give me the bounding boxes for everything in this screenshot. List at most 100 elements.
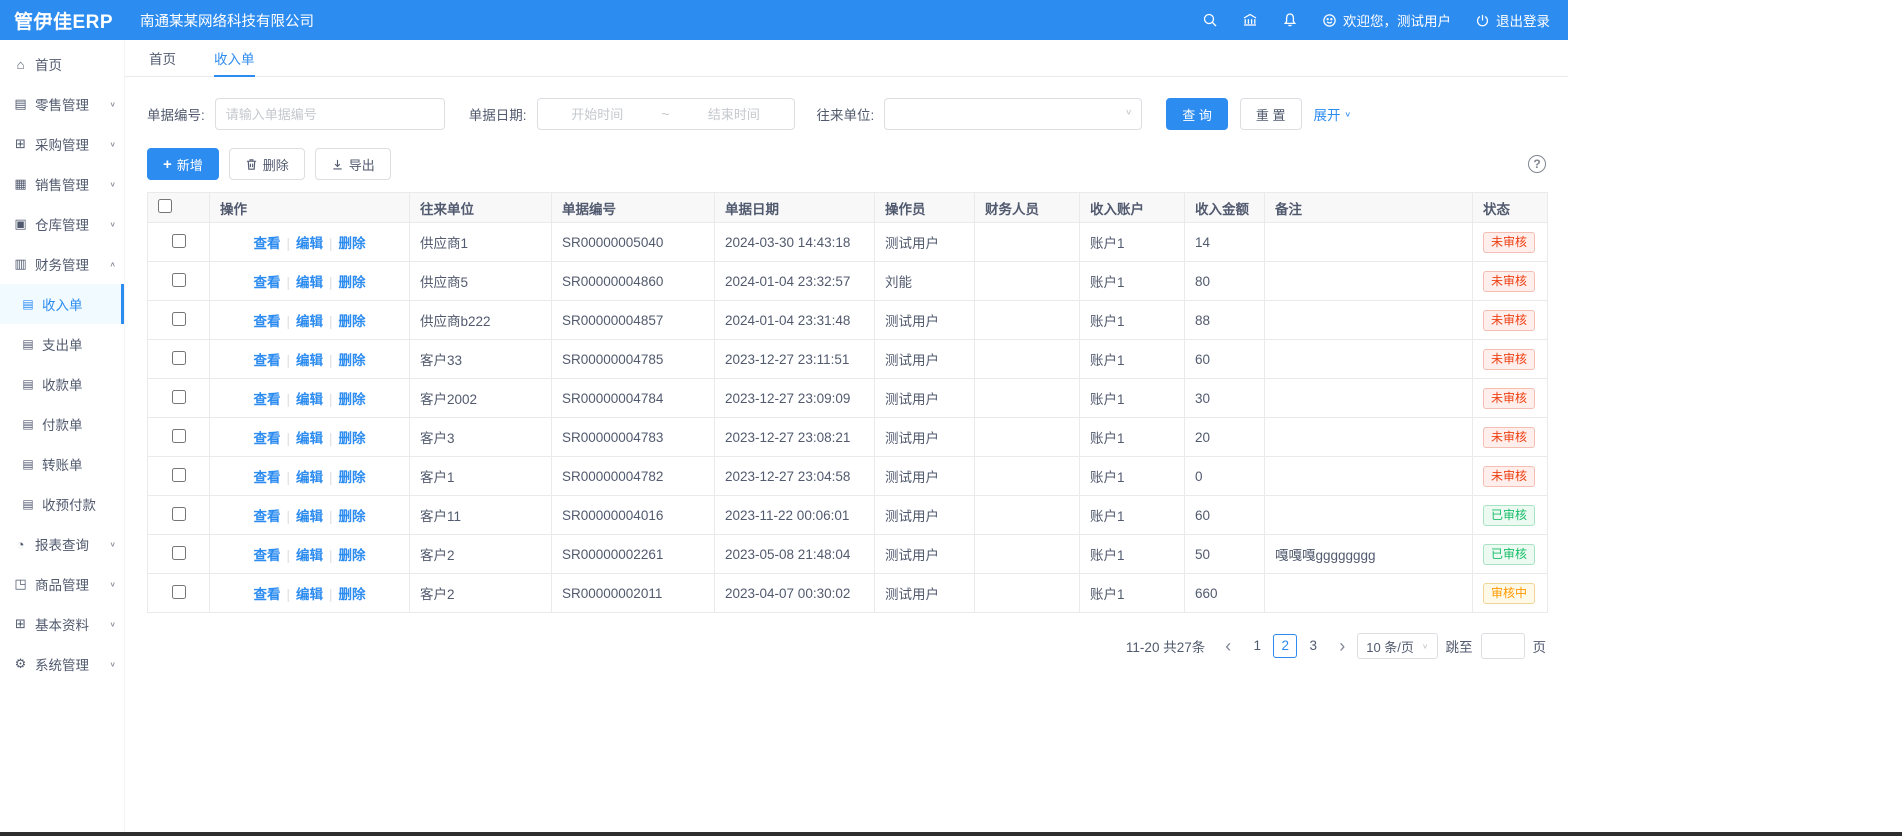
sidebar-subitem-payment[interactable]: ▤ 付款单 bbox=[0, 404, 124, 444]
row-checkbox[interactable] bbox=[172, 390, 186, 404]
cell-remark bbox=[1265, 301, 1473, 340]
date-range-picker[interactable]: ~ bbox=[537, 98, 795, 130]
view-link[interactable]: 查看 bbox=[253, 353, 280, 368]
view-link[interactable]: 查看 bbox=[253, 470, 280, 485]
add-button[interactable]: + 新增 bbox=[147, 148, 219, 180]
sidebar-item-label: 商品管理 bbox=[35, 574, 89, 594]
select-all-checkbox[interactable] bbox=[158, 199, 172, 213]
help-icon[interactable]: ? bbox=[1528, 155, 1546, 173]
edit-link[interactable]: 编辑 bbox=[296, 548, 323, 563]
sidebar-subitem-receipt[interactable]: ▤ 收款单 bbox=[0, 364, 124, 404]
cell-code: SR00000002261 bbox=[552, 535, 715, 574]
search-button[interactable]: 查 询 bbox=[1166, 98, 1228, 130]
welcome-user[interactable]: 欢迎您，测试用户 bbox=[1322, 10, 1451, 30]
delete-link[interactable]: 删除 bbox=[339, 314, 366, 329]
page-size-select[interactable]: 10 条/页 ∨ bbox=[1357, 633, 1437, 659]
sidebar-subitem-prepaid[interactable]: ▤ 收预付款 bbox=[0, 484, 124, 524]
row-checkbox[interactable] bbox=[172, 312, 186, 326]
bank-icon[interactable] bbox=[1242, 12, 1258, 28]
edit-link[interactable]: 编辑 bbox=[296, 275, 323, 290]
bell-icon[interactable] bbox=[1282, 12, 1298, 28]
action-separator: | bbox=[286, 470, 290, 485]
row-checkbox[interactable] bbox=[172, 273, 186, 287]
sidebar-item-system[interactable]: ⚙ 系统管理 ∨ bbox=[0, 644, 124, 684]
cell-date: 2023-05-08 21:48:04 bbox=[715, 535, 875, 574]
sidebar-subitem-income[interactable]: ▤ 收入单 bbox=[0, 284, 124, 324]
status-badge: 未审核 bbox=[1483, 349, 1535, 370]
sidebar-subitem-transfer[interactable]: ▤ 转账单 bbox=[0, 444, 124, 484]
cell-code: SR00000002011 bbox=[552, 574, 715, 613]
sidebar: ⌂ 首页 ▤ 零售管理 ∨ ⊞ 采购管理 ∨ ▦ 销售管理 ∨ ▣ 仓库管理 ∨… bbox=[0, 40, 125, 832]
delete-link[interactable]: 删除 bbox=[339, 236, 366, 251]
delete-link[interactable]: 删除 bbox=[339, 431, 366, 446]
cell-date: 2023-11-22 00:06:01 bbox=[715, 496, 875, 535]
main-content: 首页 收入单 单据编号: 单据日期: ~ 往来单位: ∨ 查 询 重 置 bbox=[125, 40, 1568, 832]
row-checkbox[interactable] bbox=[172, 507, 186, 521]
logout-button[interactable]: 退出登录 bbox=[1475, 10, 1550, 30]
next-page-button[interactable]: › bbox=[1335, 637, 1349, 655]
status-badge: 未审核 bbox=[1483, 232, 1535, 253]
reset-button[interactable]: 重 置 bbox=[1240, 98, 1302, 130]
delete-link[interactable]: 删除 bbox=[339, 275, 366, 290]
delete-link[interactable]: 删除 bbox=[339, 548, 366, 563]
view-link[interactable]: 查看 bbox=[253, 509, 280, 524]
sidebar-item-report[interactable]: ◔ 报表查询 ∨ bbox=[0, 524, 124, 564]
edit-link[interactable]: 编辑 bbox=[296, 314, 323, 329]
view-link[interactable]: 查看 bbox=[253, 431, 280, 446]
page-button-2[interactable]: 2 bbox=[1273, 634, 1297, 658]
row-checkbox[interactable] bbox=[172, 585, 186, 599]
delete-link[interactable]: 删除 bbox=[339, 587, 366, 602]
edit-link[interactable]: 编辑 bbox=[296, 431, 323, 446]
tab-income[interactable]: 收入单 bbox=[214, 40, 255, 76]
sidebar-item-goods[interactable]: ◳ 商品管理 ∨ bbox=[0, 564, 124, 604]
code-input[interactable] bbox=[215, 98, 445, 130]
sidebar-item-warehouse[interactable]: ▣ 仓库管理 ∨ bbox=[0, 204, 124, 244]
action-separator: | bbox=[329, 509, 333, 524]
edit-link[interactable]: 编辑 bbox=[296, 392, 323, 407]
delete-link[interactable]: 删除 bbox=[339, 509, 366, 524]
expand-link[interactable]: 展开 ∨ bbox=[1314, 104, 1352, 124]
jump-page-input[interactable] bbox=[1481, 633, 1525, 659]
view-link[interactable]: 查看 bbox=[253, 275, 280, 290]
edit-link[interactable]: 编辑 bbox=[296, 236, 323, 251]
edit-link[interactable]: 编辑 bbox=[296, 509, 323, 524]
row-checkbox[interactable] bbox=[172, 351, 186, 365]
edit-link[interactable]: 编辑 bbox=[296, 470, 323, 485]
view-link[interactable]: 查看 bbox=[253, 587, 280, 602]
sidebar-item-purchase[interactable]: ⊞ 采购管理 ∨ bbox=[0, 124, 124, 164]
delete-link[interactable]: 删除 bbox=[339, 470, 366, 485]
sidebar-item-label: 报表查询 bbox=[35, 534, 89, 554]
date-separator: ~ bbox=[651, 106, 680, 122]
delete-button[interactable]: 删除 bbox=[229, 148, 305, 180]
tab-home[interactable]: 首页 bbox=[149, 40, 176, 76]
table-container: 操作 往来单位 单据编号 单据日期 操作员 财务人员 收入账户 收入金额 备注 … bbox=[125, 192, 1568, 613]
export-button[interactable]: 导出 bbox=[315, 148, 391, 180]
sidebar-item-retail[interactable]: ▤ 零售管理 ∨ bbox=[0, 84, 124, 124]
delete-link[interactable]: 删除 bbox=[339, 392, 366, 407]
row-checkbox[interactable] bbox=[172, 546, 186, 560]
unit-select[interactable]: ∨ bbox=[884, 98, 1142, 130]
col-remark: 备注 bbox=[1265, 193, 1473, 223]
view-link[interactable]: 查看 bbox=[253, 392, 280, 407]
sidebar-item-home[interactable]: ⌂ 首页 bbox=[0, 44, 124, 84]
page-button-1[interactable]: 1 bbox=[1245, 634, 1269, 658]
prev-page-button[interactable]: ‹ bbox=[1221, 637, 1235, 655]
row-checkbox[interactable] bbox=[172, 234, 186, 248]
view-link[interactable]: 查看 bbox=[253, 548, 280, 563]
sidebar-subitem-expense[interactable]: ▤ 支出单 bbox=[0, 324, 124, 364]
sidebar-item-sales[interactable]: ▦ 销售管理 ∨ bbox=[0, 164, 124, 204]
date-start-input[interactable] bbox=[544, 107, 651, 122]
sidebar-item-basic[interactable]: ⊞ 基本资料 ∨ bbox=[0, 604, 124, 644]
row-checkbox[interactable] bbox=[172, 468, 186, 482]
delete-link[interactable]: 删除 bbox=[339, 353, 366, 368]
view-link[interactable]: 查看 bbox=[253, 314, 280, 329]
date-end-input[interactable] bbox=[680, 107, 787, 122]
edit-link[interactable]: 编辑 bbox=[296, 587, 323, 602]
search-icon[interactable] bbox=[1202, 12, 1218, 28]
row-checkbox[interactable] bbox=[172, 429, 186, 443]
trash-icon bbox=[245, 158, 258, 171]
view-link[interactable]: 查看 bbox=[253, 236, 280, 251]
page-button-3[interactable]: 3 bbox=[1301, 634, 1325, 658]
edit-link[interactable]: 编辑 bbox=[296, 353, 323, 368]
sidebar-item-finance[interactable]: ▥ 财务管理 ∧ bbox=[0, 244, 124, 284]
